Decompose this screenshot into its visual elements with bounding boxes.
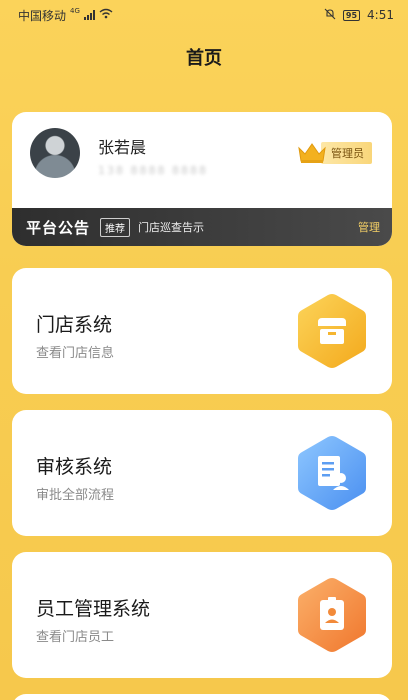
carrier-label: 中国移动 (18, 8, 67, 23)
crown-icon (298, 143, 326, 163)
user-name: 张若晨 (98, 138, 147, 157)
page-title: 首页 (186, 48, 222, 69)
notice-bar[interactable]: 平台公告 推荐 门店巡查告示 管理 (12, 208, 392, 246)
card-title: 员工管理系统 (36, 598, 151, 620)
status-right: 95 4:51 (324, 8, 394, 23)
notice-manage-link[interactable]: 管理 (358, 219, 380, 235)
audit-system-card[interactable]: 审核系统 审批全部流程 (12, 410, 392, 536)
card-subtitle: 查看门店员工 (36, 630, 115, 645)
wifi-icon (99, 8, 113, 22)
role-label: 管理员 (321, 142, 372, 164)
user-phone: 138 8888 8888 (98, 164, 208, 177)
staff-system-card[interactable]: 员工管理系统 查看门店员工 (12, 552, 392, 678)
card-subtitle: 查看门店信息 (36, 346, 115, 361)
network-tag: 4G (70, 6, 80, 15)
profile-card[interactable]: 张若晨 138 8888 8888 管理员 平台公告 推荐 门店巡查告示 管理 (12, 112, 392, 246)
card-title: 审核系统 (36, 456, 113, 478)
next-card-peek (12, 694, 392, 700)
battery-icon: 95 (342, 9, 361, 21)
store-system-card[interactable]: 门店系统 查看门店信息 (12, 268, 392, 394)
signal-icon (83, 10, 95, 20)
status-left: 中国移动 4G (18, 7, 113, 24)
card-subtitle: 审批全部流程 (36, 488, 115, 503)
role-badge: 管理员 (297, 142, 372, 164)
clock: 4:51 (367, 8, 394, 22)
notice-text[interactable]: 门店巡查告示 (138, 219, 358, 235)
notice-title: 平台公告 (26, 218, 91, 237)
store-icon (298, 294, 366, 368)
notice-tag: 推荐 (100, 217, 131, 237)
badge-icon (298, 578, 366, 652)
document-user-icon (298, 436, 366, 510)
mute-icon (324, 8, 336, 23)
status-bar: 中国移动 4G 95 4:51 (0, 0, 408, 30)
card-title: 门店系统 (36, 314, 113, 336)
avatar[interactable] (30, 128, 80, 178)
